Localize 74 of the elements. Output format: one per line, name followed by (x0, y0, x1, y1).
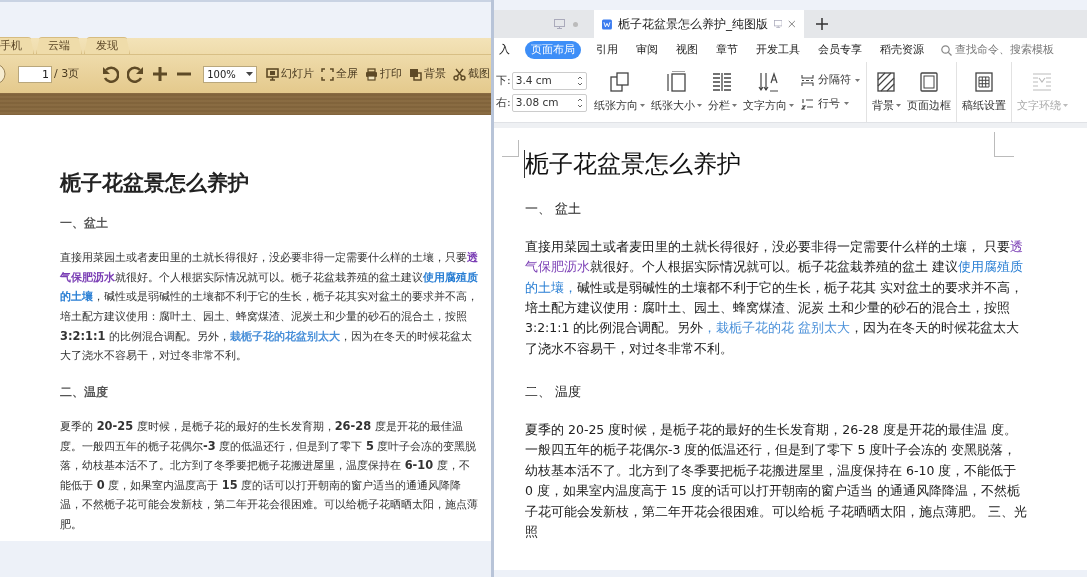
paragraph: 夏季的 20-25 度时候，是栀子花的最好的生长发育期，26-28 度是开花的最佳温度。一般四五年的栀子花偶尔-3 度的低温还行，但是到了零下 5 度叶子会冻的变黑脱落，幼枝基本活不了。北方到了冬季要把栀子花搬进屋里，温度保持在 6-10 度，不能低于 0 度，如果室内温度高于 15 度的话可以打开朝南的窗户适当的通通风降降温，不然栀子花可能会发新枝，第二年开花会很困难。可以给栀子花晒晒太阳，施点薄肥。 (60, 418, 478, 534)
document-title: 栀子花盆景怎么养护 (524, 150, 1087, 178)
rotate-left-icon[interactable] (102, 65, 120, 83)
ribbon-button[interactable]: 纸张方向 (590, 62, 648, 122)
toolbar-button[interactable]: 幻灯片 (266, 66, 315, 82)
zoom-dropdown[interactable]: 100% (203, 65, 258, 83)
tab[interactable]: 发现 (84, 37, 130, 54)
pages-icon (608, 70, 631, 93)
rotate-right-icon[interactable] (127, 65, 145, 83)
section-heading: 一、盆土 (60, 215, 109, 232)
ribbon-tab[interactable]: 引用 (589, 41, 625, 59)
caret-icon (246, 72, 254, 76)
line-numbers-icon (800, 97, 814, 111)
columns-icon (711, 70, 734, 93)
grid-paper-icon (972, 70, 995, 93)
ribbon-tab[interactable]: 视图 (669, 41, 705, 59)
ribbon-button[interactable]: 分隔符 (800, 72, 860, 88)
toolbar-button[interactable]: 打印 (365, 66, 403, 82)
page-size-icon (665, 70, 688, 93)
ribbon-tab[interactable]: 审阅 (629, 41, 665, 59)
fullscreen-icon (321, 67, 335, 81)
printer-icon (365, 67, 379, 81)
monitor-icon (773, 19, 783, 29)
section-heading: 二、温度 (60, 383, 109, 401)
section-heading: 一、 盆土 (525, 200, 582, 218)
ribbon-tab[interactable]: 稻壳资源 (873, 41, 931, 59)
margin-field[interactable]: 3.4 cm (511, 72, 587, 90)
toolbar-button[interactable]: 全屏 (321, 66, 359, 82)
layers-icon (409, 67, 423, 81)
corner-mark (502, 140, 519, 157)
ribbon-tab[interactable]: 入 (494, 41, 517, 59)
ribbon-tab[interactable]: 章节 (709, 41, 745, 59)
ribbon-button[interactable]: 文字方向 (739, 62, 797, 122)
section-heading: 二、 温度 (525, 383, 582, 402)
document-title: 栀子花盆景怎么养护 (60, 171, 250, 195)
corner-mark (994, 132, 1014, 157)
ribbon-button[interactable]: 纸张大小 (647, 62, 705, 122)
tab[interactable]: 手机 (0, 37, 34, 54)
toolbar-button[interactable]: 截图 (453, 66, 491, 82)
page-number-field[interactable]: 1 (18, 65, 52, 83)
paragraph: 直接用菜园土或者麦田里的土就长得很好，没必要非得一定需要什么样的土壤， 只要透气保肥沥水就很好。个人根据实际情况就可以。栀子花盆栽养殖的盆土 建议使用腐殖质的土壤，碱性或是弱碱性的土壤都不利于它的生长，栀子花其 实对盆土的要求并不高，培土配方建议使用：腐叶土、园土、蜂窝煤渣、泥炭 土和少量的砂石的混合土，按照3:2:1:1 的比例混合调配。另外，栽栀子花的花 盆别太大，因为在冬天的时候花盆太大了浇水不容易干，对过冬非常不利。 (525, 237, 1024, 358)
hatched-page-icon (875, 70, 898, 93)
scissors-icon (453, 67, 467, 81)
ribbon-button[interactable]: 稿纸设置 (958, 62, 1009, 122)
toolbar-button[interactable]: 背景 (409, 66, 447, 82)
plus-icon[interactable] (816, 18, 828, 30)
ribbon-button[interactable]: 页面边框 (903, 62, 954, 122)
field-label: 下: (496, 72, 511, 89)
search-field[interactable]: 查找命令、搜索模板 (941, 41, 1065, 59)
tab-title: 栀子花盆景怎么养护_纯图版 (617, 16, 768, 33)
page-count: / 3页 (54, 65, 80, 82)
page-border-icon (917, 70, 940, 93)
margin-field[interactable]: 3.08 cm (511, 94, 587, 112)
ribbon-tab[interactable]: 开发工具 (749, 41, 807, 59)
search-icon (941, 44, 952, 56)
ribbon-button[interactable]: 背景 (868, 62, 904, 122)
spinner-icon (576, 75, 583, 87)
monitor-icon (554, 19, 565, 29)
ribbon-button[interactable]: 分栏 (704, 62, 740, 122)
ribbon-button[interactable]: 行号 (800, 96, 860, 112)
projector-icon (266, 67, 280, 81)
tab[interactable]: 云端 (36, 37, 82, 54)
field-label: 右: (496, 94, 511, 111)
spinner-icon (576, 97, 583, 109)
paragraph: 直接用菜园土或者麦田里的土就长得很好，没必要非得一定需要什么样的土壤，只要透气保肥沥水就很好。个人根据实际情况就可以。栀子花盆栽养殖的盆土建议使用腐殖质的土壤，碱性或是弱碱性的土壤都不利于它的生长，栀子花其实对盆土的要求并不高，培土配方建议使用：腐叶土、园土、蜂窝煤渣、泥炭土和少量的砂石的混合土，按照 3:2:1:1 的比例混合调配。另外，栽栀子花的花盆别太大，因为在冬天的时候花盆太大了浇水不容易干，对过冬非常不利。 (60, 249, 478, 365)
paragraph: 夏季的 20-25 度时候，是栀子花的最好的生长发育期，26-28 度是开花的最佳温 度。一般四五年的栀子花偶尔-3 度的低温还行，但是到了零下 5 度叶子会冻的 变黑脱落，幼枝基本活不了。北方到了冬季要把栀子花搬进屋里，温度保持在 6-10 度，不能低于 0 度，如果室内温度高于 15 度的话可以打开朝南的窗户适当 的通通风降降温，不然栀子花可能会发新枝，第二年开花会很困难。可以给栀 子花晒晒太阳，施点薄肥。 三、光照 (525, 420, 1027, 541)
ribbon-tab[interactable]: 会员专享 (811, 41, 869, 59)
close-icon[interactable] (788, 19, 796, 29)
document-tab[interactable]: 栀子花盆景怎么养护_纯图版 (594, 10, 804, 38)
page-break-icon (800, 73, 814, 87)
text-wrap-icon (1031, 70, 1054, 93)
zoom-in-icon[interactable] (152, 66, 169, 82)
text-direction-icon (757, 70, 780, 93)
document-icon (602, 17, 612, 31)
